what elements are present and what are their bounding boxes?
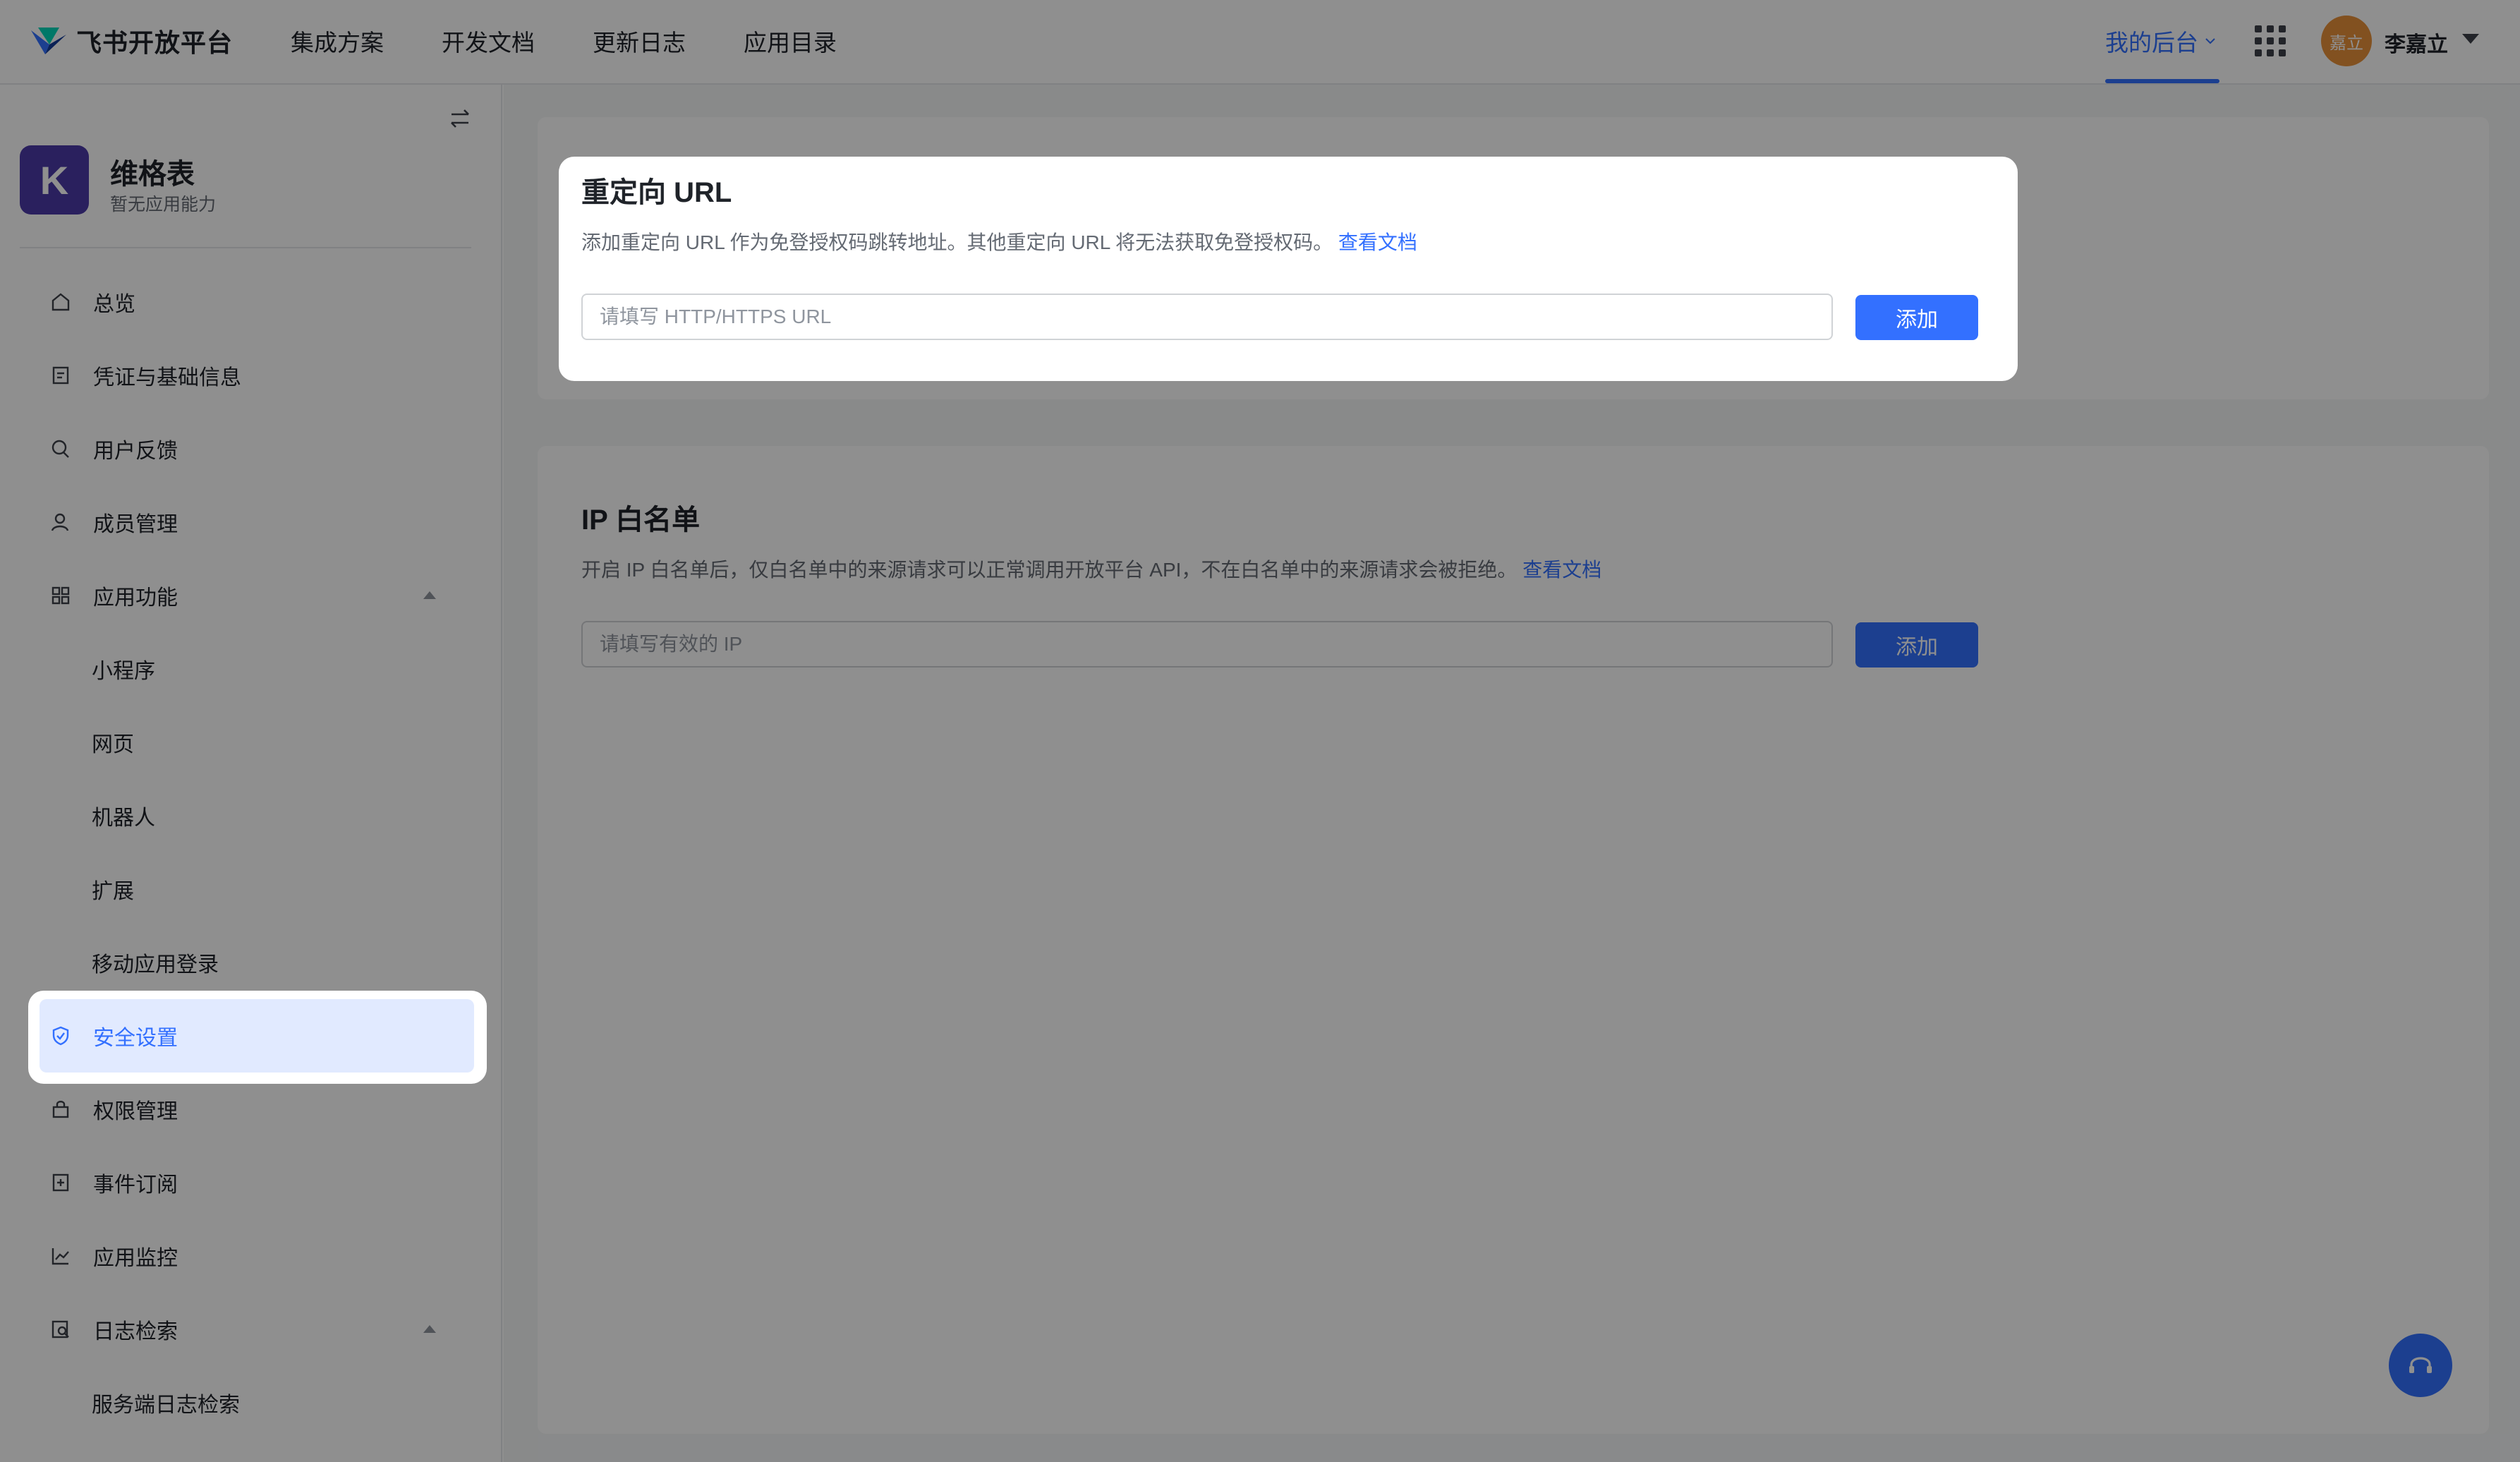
sidebar-item-mini-program[interactable]: 小程序 — [30, 632, 474, 706]
sidebar-item-label: 移动应用登录 — [92, 953, 219, 977]
feishu-logo[interactable]: 飞书开放平台 — [28, 20, 233, 62]
feishu-logo-icon — [31, 28, 66, 54]
nav-link-changelog[interactable]: 更新日志 — [593, 24, 686, 58]
sidebar-item-mobile-login[interactable]: 移动应用登录 — [30, 926, 474, 999]
sidebar-item-label: 机器人 — [92, 806, 155, 830]
headset-icon — [2409, 1357, 2432, 1373]
sidebar-item-feedback[interactable]: 用户反馈 — [30, 412, 474, 485]
ip-whitelist-title: IP 白名单 — [581, 505, 701, 536]
sidebar-item-bot[interactable]: 机器人 — [30, 779, 474, 852]
redirect-url-title: 重定向 URL — [581, 177, 732, 208]
sidebar-item-label: 日志检索 — [93, 1320, 178, 1343]
nav-link-solutions[interactable]: 集成方案 — [291, 24, 384, 58]
sidebar-item-events[interactable]: 事件订阅 — [30, 1146, 474, 1219]
add-ip-button[interactable]: 添加 — [1855, 622, 1978, 667]
home-icon — [52, 293, 70, 311]
sidebar-item-log-search[interactable]: 日志检索 — [30, 1293, 474, 1366]
sidebar-item-label: 小程序 — [92, 660, 155, 683]
redirect-url-description: 添加重定向 URL 作为免登授权码跳转地址。其他重定向 URL 将无法获取免登授… — [581, 231, 1417, 253]
collapse-sidebar-icon[interactable] — [447, 106, 473, 131]
sidebar-item-label: 应用监控 — [93, 1247, 178, 1270]
sidebar-item-label: 应用功能 — [93, 586, 178, 610]
member-icon — [51, 513, 69, 531]
sidebar-item-security[interactable]: 安全设置 — [40, 999, 474, 1073]
sidebar-item-label: 扩展 — [92, 880, 134, 903]
sidebar-item-label: 事件订阅 — [93, 1173, 178, 1197]
my-console-label: 我的后台 — [2105, 30, 2198, 56]
username[interactable]: 李嘉立 — [2385, 27, 2448, 58]
sidebar-item-app-features[interactable]: 应用功能 — [30, 559, 474, 632]
sidebar-item-members[interactable]: 成员管理 — [30, 485, 474, 559]
sidebar-item-monitoring[interactable]: 应用监控 — [30, 1219, 474, 1293]
top-nav: 飞书开放平台 集成方案 开发文档 更新日志 应用目录 我的后台 嘉立 李嘉立 — [0, 0, 2520, 85]
support-button[interactable] — [2389, 1334, 2452, 1397]
nav-links: 集成方案 开发文档 更新日志 应用目录 — [291, 24, 895, 58]
sidebar-item-label: 服务端日志检索 — [92, 1394, 240, 1417]
ip-whitelist-doc-link[interactable]: 查看文档 — [1522, 559, 1601, 581]
sidebar-item-label: 权限管理 — [93, 1100, 178, 1123]
sidebar-item-server-log-search[interactable]: 服务端日志检索 — [30, 1366, 474, 1439]
sidebar-item-label: 成员管理 — [93, 513, 178, 536]
event-icon — [52, 1173, 69, 1192]
add-redirect-url-button[interactable]: 添加 — [1855, 295, 1978, 340]
redirect-url-card — [559, 157, 2018, 381]
logo-text: 飞书开放平台 — [76, 28, 234, 57]
caret-up-icon — [423, 591, 436, 599]
ip-whitelist-description: 开启 IP 白名单后，仅白名单中的来源请求可以正常调用开放平台 API，不在白名… — [581, 559, 1602, 581]
active-nav-indicator — [2105, 79, 2219, 83]
avatar[interactable]: 嘉立 — [2321, 16, 2372, 66]
nav-link-app-directory[interactable]: 应用目录 — [744, 24, 837, 58]
my-console-menu[interactable]: 我的后台 — [2105, 24, 2217, 58]
lock-icon — [52, 1101, 69, 1118]
sidebar-item-extension[interactable]: 扩展 — [30, 852, 474, 926]
sidebar-item-label: 总览 — [93, 293, 135, 316]
app-logo: K — [20, 145, 89, 215]
apps-icon — [52, 586, 70, 605]
app-grid-icon[interactable] — [2255, 25, 2286, 56]
caret-up-icon — [423, 1325, 436, 1333]
sidebar-item-overview[interactable]: 总览 — [30, 265, 474, 339]
caret-down-icon[interactable] — [2462, 34, 2479, 44]
redirect-doc-link[interactable]: 查看文档 — [1338, 231, 1417, 253]
sidebar-item-label: 安全设置 — [93, 1027, 178, 1050]
sidebar-item-label: 凭证与基础信息 — [93, 366, 241, 389]
sidebar-item-label: 网页 — [92, 733, 134, 756]
app-name: 维格表 — [110, 159, 195, 190]
ip-input[interactable] — [581, 621, 1833, 667]
credential-icon — [52, 366, 69, 385]
shield-icon — [52, 1026, 69, 1046]
redirect-url-input[interactable] — [581, 294, 1833, 340]
feedback-icon — [52, 440, 69, 458]
chevron-down-icon — [2205, 38, 2215, 44]
log-search-icon — [52, 1320, 69, 1339]
nav-link-docs[interactable]: 开发文档 — [442, 24, 535, 58]
sidebar-item-label: 用户反馈 — [93, 440, 178, 463]
ip-whitelist-card — [538, 446, 2489, 1434]
chart-icon — [52, 1248, 69, 1265]
sidebar-item-credentials[interactable]: 凭证与基础信息 — [30, 339, 474, 412]
sidebar-divider — [20, 247, 471, 248]
app-capability-status: 暂无应用能力 — [110, 195, 217, 215]
sidebar-item-web[interactable]: 网页 — [30, 706, 474, 779]
